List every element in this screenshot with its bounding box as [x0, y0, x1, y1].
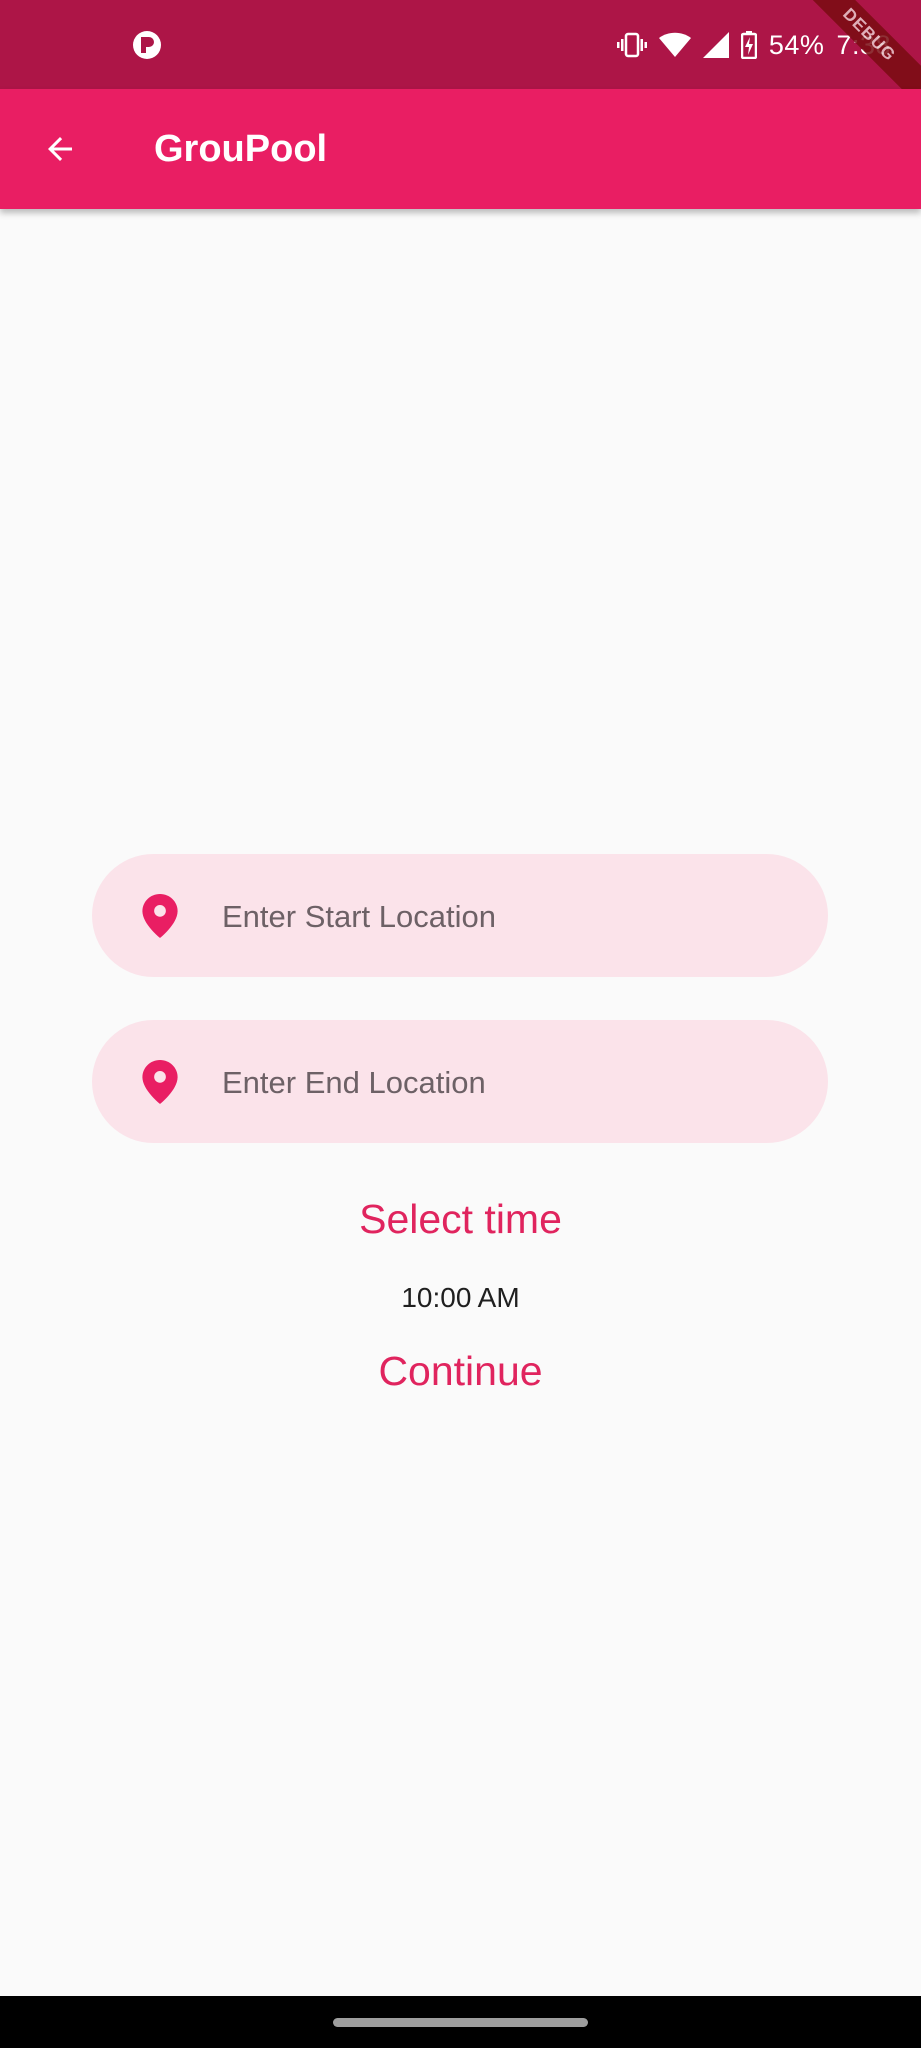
select-time-button[interactable]: Select time	[0, 1196, 921, 1243]
arrow-back-icon	[48, 137, 72, 161]
selected-time: 10:00 AM	[401, 1282, 520, 1313]
vibrate-icon	[616, 32, 647, 58]
location-pin-icon	[142, 893, 178, 938]
end-location-field[interactable]	[92, 1020, 828, 1145]
home-gesture-handle[interactable]	[333, 2018, 588, 2027]
navigation-bar	[0, 1996, 921, 2048]
app-title: GrouPool	[154, 128, 328, 170]
back-button[interactable]	[30, 119, 90, 179]
location-pin-icon	[142, 1059, 178, 1104]
end-location-input[interactable]	[220, 1020, 784, 1145]
status-bar: 54% 7:38 DEBUG	[0, 0, 921, 117]
start-location-input[interactable]	[220, 854, 784, 979]
app-bar: GrouPool	[0, 89, 921, 209]
screen: 54% 7:38 DEBUG GrouPool Select time 10:0…	[0, 0, 921, 2048]
battery-level: 54%	[768, 29, 825, 60]
app-notification-icon	[133, 31, 161, 59]
battery-charging-icon	[740, 31, 757, 59]
continue-button[interactable]: Continue	[0, 1348, 921, 1395]
start-location-field[interactable]	[92, 854, 828, 979]
wifi-icon	[658, 32, 691, 57]
cell-signal-icon	[702, 32, 729, 58]
